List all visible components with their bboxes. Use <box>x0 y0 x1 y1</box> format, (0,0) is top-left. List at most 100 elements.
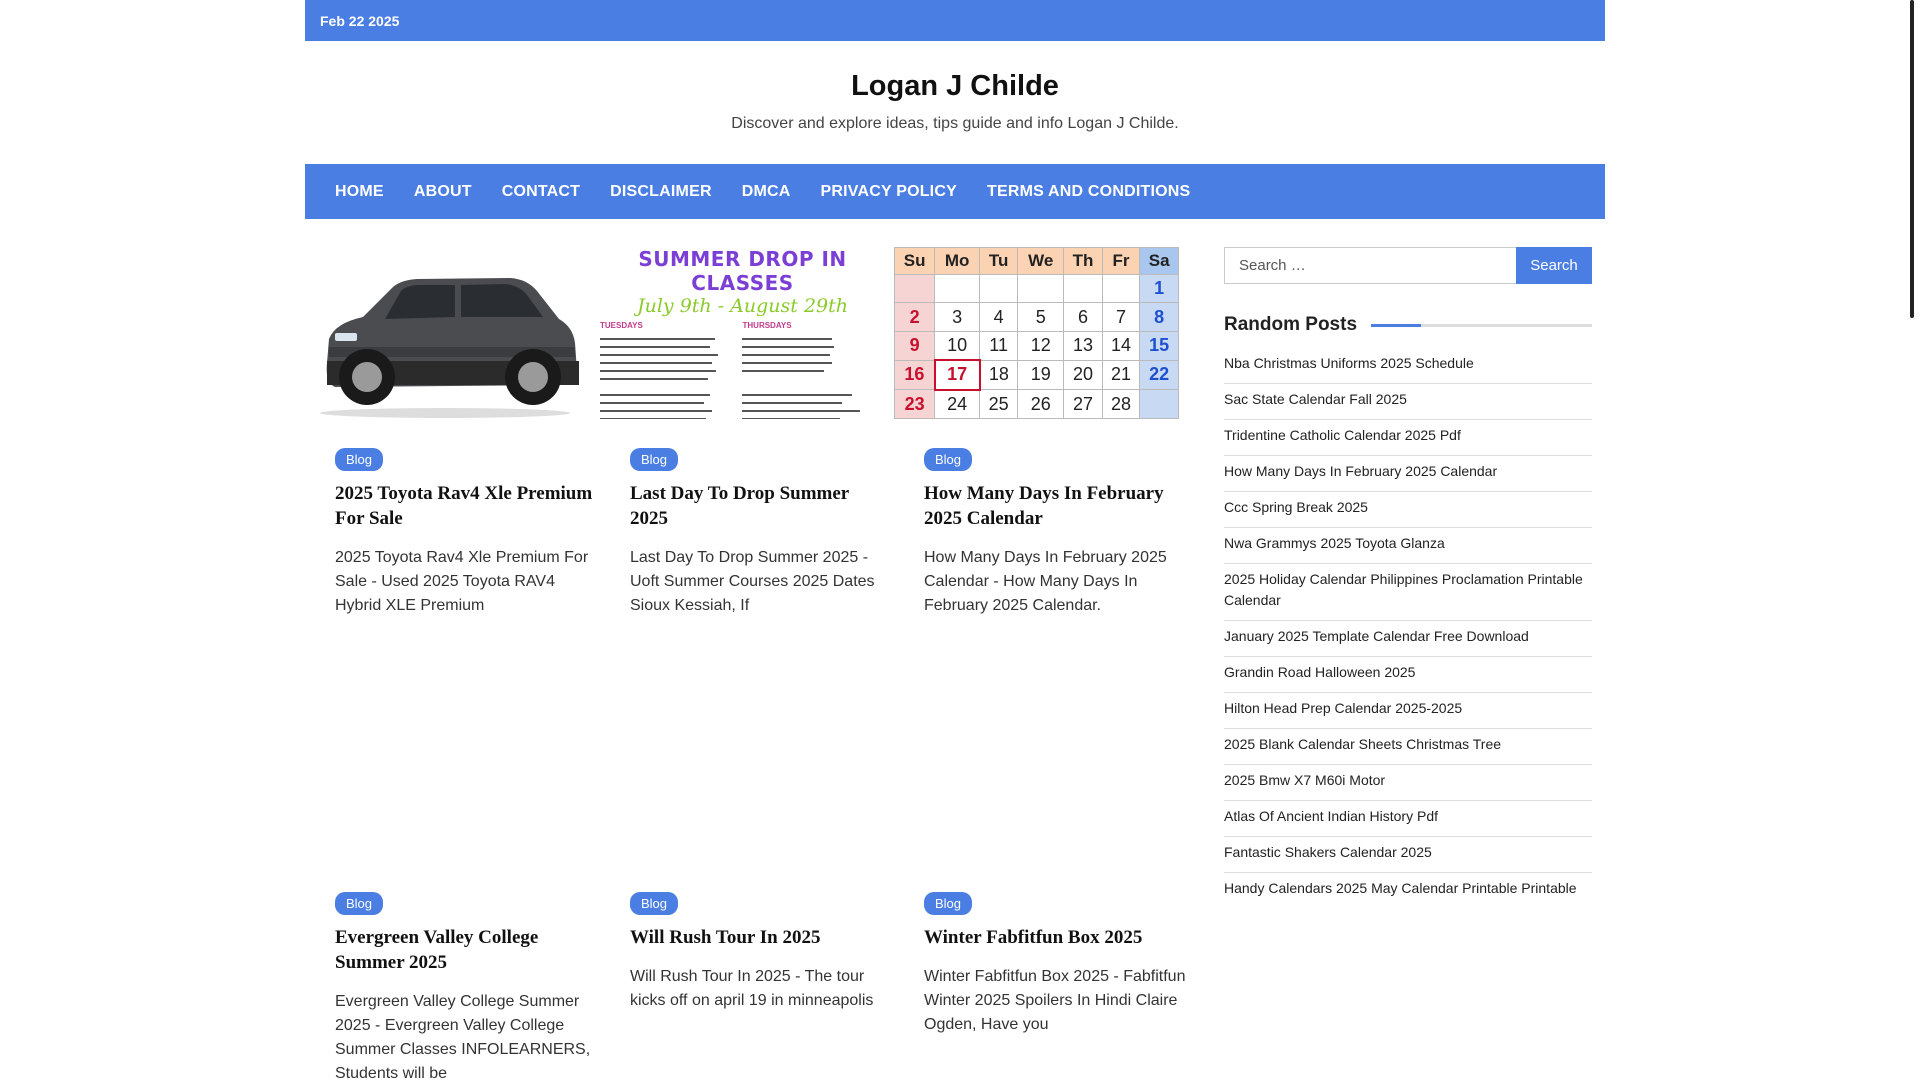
calendar-day: 16 <box>894 359 936 391</box>
category-badge[interactable]: Blog <box>335 448 384 471</box>
random-post-link[interactable]: 2025 Holiday Calendar Philippines Procla… <box>1224 564 1592 621</box>
nav-privacy-policy[interactable]: PRIVACY POLICY <box>806 183 972 201</box>
nav-about[interactable]: ABOUT <box>399 183 487 201</box>
calendar-day: 13 <box>1063 330 1103 361</box>
calendar-weekday: Mo <box>934 247 981 276</box>
calendar-day: 20 <box>1063 359 1103 391</box>
post-thumbnail[interactable] <box>305 247 590 419</box>
suv-car-image <box>305 247 590 419</box>
random-post-link[interactable]: Hilton Head Prep Calendar 2025-2025 <box>1224 693 1592 729</box>
calendar-image: Su Mo Tu We Th Fr Sa 1 2 3 4 5 6 7 8 9 10 11 12 13 14 15 16 17 1… <box>894 247 1179 419</box>
calendar-day: 3 <box>934 302 981 332</box>
post-title[interactable]: Will Rush Tour In 2025 <box>630 925 890 950</box>
calendar-day <box>979 274 1019 304</box>
post-excerpt: Last Day To Drop Summer 2025 - Uoft Summ… <box>630 549 875 614</box>
scrollbar[interactable] <box>1905 0 1920 1080</box>
image-subhead: July 9th - August 29th <box>637 295 848 317</box>
calendar-day <box>1139 389 1179 419</box>
calendar-weekday: Tu <box>979 247 1019 276</box>
calendar-day: 2 <box>894 302 936 332</box>
post-meta: Blog Winter Fabfitfun Box 2025 Winter Fa… <box>924 892 1189 1037</box>
calendar-day <box>1101 274 1141 304</box>
random-post-link[interactable]: How Many Days In February 2025 Calendar <box>1224 456 1592 492</box>
calendar-day: 6 <box>1063 302 1103 332</box>
calendar-day: 19 <box>1017 359 1065 391</box>
post-title[interactable]: How Many Days In February 2025 Calendar <box>924 481 1184 531</box>
random-posts-header: Random Posts <box>1224 314 1592 336</box>
calendar-day: 17 <box>933 359 981 391</box>
search-button[interactable]: Search <box>1516 247 1592 284</box>
category-badge[interactable]: Blog <box>335 892 384 915</box>
calendar-day: 4 <box>979 302 1019 332</box>
random-posts-list: Nba Christmas Uniforms 2025 Schedule Sac … <box>1224 348 1592 908</box>
calendar-day: 7 <box>1101 302 1141 332</box>
random-post-link[interactable]: Nwa Grammys 2025 Toyota Glanza <box>1224 528 1592 564</box>
calendar-day: 28 <box>1101 389 1141 419</box>
nav-terms[interactable]: TERMS AND CONDITIONS <box>972 183 1205 201</box>
category-badge[interactable]: Blog <box>630 892 679 915</box>
calendar-day: 26 <box>1017 389 1065 419</box>
calendar-day: 12 <box>1017 330 1065 361</box>
calendar-day: 21 <box>1101 359 1141 391</box>
calendar-weekday: Fr <box>1101 247 1141 276</box>
post-title[interactable]: Evergreen Valley College Summer 2025 <box>335 925 595 975</box>
nav-home[interactable]: HOME <box>320 183 399 201</box>
post-excerpt: Evergreen Valley College Summer 2025 - E… <box>335 993 591 1082</box>
post-title[interactable]: Last Day To Drop Summer 2025 <box>630 481 890 531</box>
main-nav: HOME ABOUT CONTACT DISCLAIMER DMCA PRIVA… <box>305 164 1605 219</box>
search-input[interactable] <box>1224 247 1516 284</box>
top-bar: Feb 22 2025 <box>305 0 1605 41</box>
category-badge[interactable]: Blog <box>630 448 679 471</box>
calendar-day: 11 <box>979 330 1019 361</box>
category-badge[interactable]: Blog <box>924 448 973 471</box>
site-description: Discover and explore ideas, tips guide a… <box>731 115 1179 132</box>
scrollbar-thumb[interactable] <box>1910 0 1914 318</box>
post-excerpt: 2025 Toyota Rav4 Xle Premium For Sale - … <box>335 549 589 614</box>
random-post-link[interactable]: Handy Calendars 2025 May Calendar Printa… <box>1224 873 1592 908</box>
schedule-lines <box>600 338 860 419</box>
calendar-day: 14 <box>1101 330 1141 361</box>
post-thumbnail[interactable]: SUMMER DROP IN CLASSES July 9th - August… <box>600 247 885 419</box>
random-post-link[interactable]: Fantastic Shakers Calendar 2025 <box>1224 837 1592 873</box>
post-meta: Blog 2025 Toyota Rav4 Xle Premium For Sa… <box>335 448 600 618</box>
calendar-weekday: Th <box>1063 247 1103 276</box>
category-badge[interactable]: Blog <box>924 892 973 915</box>
calendar-day: 10 <box>934 330 981 361</box>
random-posts-title: Random Posts <box>1224 314 1358 335</box>
post-thumbnail[interactable]: Su Mo Tu We Th Fr Sa 1 2 3 4 5 6 7 8 9 10 11 12 13 14 15 16 17 1… <box>894 247 1179 419</box>
random-post-link[interactable]: Nba Christmas Uniforms 2025 Schedule <box>1224 348 1592 384</box>
page-wrapper: Feb 22 2025 Logan J Childe Discover and … <box>305 0 1605 1082</box>
post-meta: Blog Last Day To Drop Summer 2025 Last D… <box>630 448 895 618</box>
calendar-weekday: We <box>1017 247 1065 276</box>
random-post-link[interactable]: Grandin Road Halloween 2025 <box>1224 657 1592 693</box>
calendar-weekday: Sa <box>1139 247 1179 276</box>
random-post-link[interactable]: Tridentine Catholic Calendar 2025 Pdf <box>1224 420 1592 456</box>
post-excerpt: Will Rush Tour In 2025 - The tour kicks … <box>630 968 874 1009</box>
site-title[interactable]: Logan J Childe <box>305 72 1605 101</box>
calendar-day <box>894 274 936 304</box>
calendar-day: 24 <box>934 389 981 419</box>
random-post-link[interactable]: 2025 Blank Calendar Sheets Christmas Tre… <box>1224 729 1592 765</box>
random-post-link[interactable]: Ccc Spring Break 2025 <box>1224 492 1592 528</box>
random-post-link[interactable]: Atlas Of Ancient Indian History Pdf <box>1224 801 1592 837</box>
calendar-weekday: Su <box>894 247 936 276</box>
random-post-link[interactable]: Sac State Calendar Fall 2025 <box>1224 384 1592 420</box>
random-post-link[interactable]: January 2025 Template Calendar Free Down… <box>1224 621 1592 657</box>
post-title[interactable]: Winter Fabfitfun Box 2025 <box>924 925 1184 950</box>
random-post-link[interactable]: 2025 Bmw X7 M60i Motor <box>1224 765 1592 801</box>
title-underline <box>1371 323 1592 327</box>
calendar-day: 9 <box>894 330 936 361</box>
current-date: Feb 22 2025 <box>320 12 400 29</box>
nav-disclaimer[interactable]: DISCLAIMER <box>595 183 727 201</box>
calendar-day: 23 <box>894 389 936 419</box>
search-form: Search <box>1224 247 1592 284</box>
image-col1-head: TUESDAYS <box>600 321 643 330</box>
calendar-day <box>1017 274 1065 304</box>
nav-dmca[interactable]: DMCA <box>727 183 806 201</box>
image-col2-head: THURSDAYS <box>742 321 792 330</box>
calendar-day: 27 <box>1063 389 1103 419</box>
calendar-day: 15 <box>1139 330 1179 361</box>
calendar-day <box>934 274 981 304</box>
post-title[interactable]: 2025 Toyota Rav4 Xle Premium For Sale <box>335 481 595 531</box>
nav-contact[interactable]: CONTACT <box>487 183 595 201</box>
